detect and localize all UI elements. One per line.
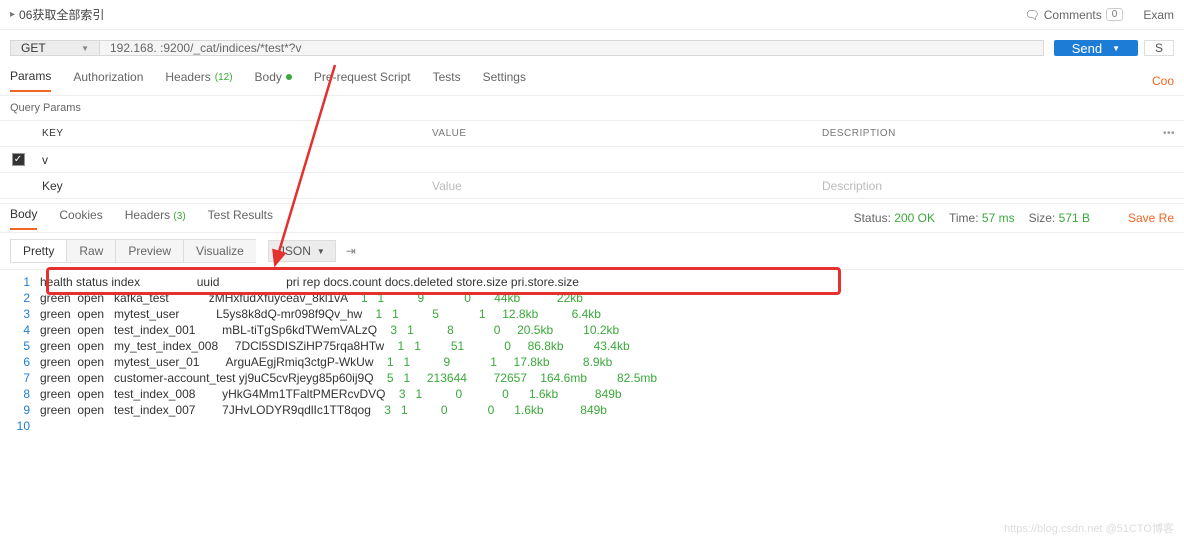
param-key-placeholder[interactable]: Key [36,179,426,193]
tab-headers-label: Headers [165,70,210,84]
view-raw[interactable]: Raw [66,239,115,263]
wrap-icon[interactable]: ⇥ [346,244,356,258]
tab-settings[interactable]: Settings [483,70,526,91]
param-key[interactable]: v [36,153,426,167]
param-desc-placeholder[interactable]: Description [816,179,1154,193]
size-value: 571 B [1059,211,1090,225]
code-line: 4green open test_index_001 mBL-tiTgSp6kd… [0,322,1184,338]
code-line: 8green open test_index_008 yHkG4Mm1TFalt… [0,386,1184,402]
url-value: 192.168. :9200/_cat/indices/*test*?v [110,41,301,55]
save-label: S [1155,41,1163,55]
code-line: 9green open test_index_007 7JHvLODYR9qdl… [0,402,1184,418]
code-line: 3green open mytest_user L5ys8k8dQ-mr098f… [0,306,1184,322]
param-new-row[interactable]: Key Value Description [0,173,1184,199]
save-response-button[interactable]: Save Re [1128,211,1174,225]
comments-count: 0 [1106,8,1124,21]
examples-button[interactable]: Exam [1143,8,1174,22]
desc-header: DESCRIPTION [816,128,1154,139]
headers-count: (12) [215,72,233,83]
query-params-heading: Query Params [0,96,1184,120]
tab-authorization[interactable]: Authorization [73,70,143,91]
method-select[interactable]: GET ▼ [10,40,100,56]
response-tab-testresults[interactable]: Test Results [208,208,273,229]
format-select[interactable]: JSON ▼ [268,240,336,262]
chevron-down-icon: ▼ [1112,44,1120,53]
status-value: 200 OK [894,211,935,225]
code-line: 6green open mytest_user_01 ArguAEgjRmiq3… [0,354,1184,370]
body-dot-icon [286,74,292,80]
tab-params[interactable]: Params [10,69,51,92]
response-body[interactable]: 1health status index uuid pri rep docs.c… [0,270,1184,438]
chevron-down-icon: ▼ [81,44,89,53]
view-preview[interactable]: Preview [115,239,183,263]
save-button[interactable]: S [1144,40,1174,56]
view-pretty[interactable]: Pretty [10,239,66,263]
more-button[interactable]: ••• [1154,128,1184,139]
format-value: JSON [279,244,311,258]
url-input[interactable]: 192.168. :9200/_cat/indices/*test*?v [100,40,1044,56]
code-line: 1health status index uuid pri rep docs.c… [0,274,1184,290]
tab-body[interactable]: Body [255,70,292,91]
response-meta: Status: 200 OK Time: 57 ms Size: 571 B [854,211,1090,225]
cookies-link[interactable]: Coo [1152,74,1174,88]
code-line: 2green open kafka_test zMHxfudXfuyceav_8… [0,290,1184,306]
send-button[interactable]: Send ▼ [1054,40,1138,56]
comments-button[interactable]: 🗨 Comments 0 [1025,8,1124,22]
tab-prerequest[interactable]: Pre-request Script [314,70,411,91]
tab-headers[interactable]: Headers (12) [165,70,232,91]
param-checkbox[interactable]: ✓ [12,153,25,166]
params-table: KEY VALUE DESCRIPTION ••• ✓ v Key Value … [0,120,1184,199]
request-title: 06获取全部索引 [19,6,104,23]
response-headers-label: Headers [125,208,170,222]
code-line: 7green open customer-account_test yj9uC5… [0,370,1184,386]
watermark: https://blog.csdn.net @51CTO博客 [1004,520,1174,536]
tab-tests[interactable]: Tests [433,70,461,91]
code-line: 5green open my_test_index_008 7DCl5SDISZ… [0,338,1184,354]
value-header: VALUE [426,128,816,139]
param-row[interactable]: ✓ v [0,147,1184,173]
comments-label: Comments [1044,8,1102,22]
chevron-down-icon: ▼ [317,247,325,256]
response-tab-body[interactable]: Body [10,207,37,230]
param-value-placeholder[interactable]: Value [426,179,816,193]
response-tab-headers[interactable]: Headers (3) [125,208,186,229]
send-label: Send [1072,41,1102,56]
method-value: GET [21,41,46,55]
view-visualize[interactable]: Visualize [183,239,256,263]
response-headers-count: (3) [173,211,185,222]
collapse-caret-icon[interactable]: ▸ [10,9,15,20]
response-tab-cookies[interactable]: Cookies [59,208,102,229]
time-value: 57 ms [982,211,1015,225]
key-header: KEY [36,128,426,139]
comment-icon: 🗨 [1025,8,1040,22]
tab-body-label: Body [255,70,282,84]
params-header-row: KEY VALUE DESCRIPTION ••• [0,121,1184,147]
